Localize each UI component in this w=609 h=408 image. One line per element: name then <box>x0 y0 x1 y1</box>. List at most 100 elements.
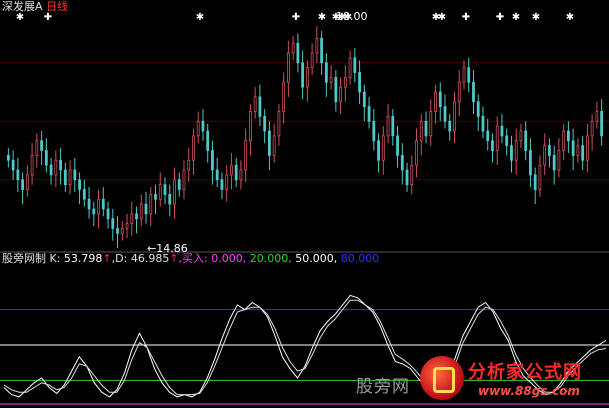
chart-canvas: ✱ ✚ ✱ ✚ ✱ ✱✱✱ ✱✱ ✚ ✚ ✱ ✱ ✱ <box>0 12 609 405</box>
buy-level-0: 0.000, <box>211 252 247 265</box>
candle-body <box>144 203 148 215</box>
candle-body <box>457 81 461 103</box>
site-logo[interactable]: 分析家公式网 www.88gs.com <box>420 352 609 408</box>
candle-body <box>590 120 594 137</box>
candle-body <box>419 120 423 142</box>
candle-body <box>405 169 409 186</box>
candle-body <box>116 228 119 234</box>
candle-body <box>557 150 561 171</box>
signal-star-icon: ✱ <box>438 12 446 23</box>
candle-body <box>291 42 295 54</box>
candle-body <box>125 223 129 229</box>
candle-body <box>448 120 452 132</box>
candle-body <box>296 42 300 64</box>
candle-body <box>486 130 490 142</box>
indicator-name: 股旁网制 <box>2 252 46 265</box>
candle-body <box>211 150 214 171</box>
candle-body <box>130 213 134 225</box>
candle-body <box>400 154 404 171</box>
candle-body <box>310 52 314 69</box>
candle-body <box>543 145 547 166</box>
candle-body <box>59 159 62 171</box>
candle-body <box>11 159 15 171</box>
candle-body <box>78 179 81 190</box>
candle-body <box>173 179 176 205</box>
candle-body <box>73 169 77 181</box>
signal-star-icon: ✱ <box>566 12 574 23</box>
high-value: 19.00 <box>336 10 368 23</box>
candle-body <box>386 115 390 137</box>
chart-header: 深发展A 日线 <box>2 0 68 14</box>
candle-body <box>263 115 267 132</box>
candle-body <box>538 164 542 190</box>
candle-body <box>571 140 575 156</box>
candle-body <box>44 150 48 166</box>
candle-body <box>135 213 138 220</box>
candle-body <box>158 184 162 200</box>
candle-body <box>82 189 86 200</box>
stock-title: 深发展A <box>2 0 43 13</box>
candle-body <box>353 57 357 73</box>
candle-body <box>472 81 475 103</box>
candle-body <box>6 154 10 161</box>
candle-body <box>21 179 25 190</box>
candle-body <box>505 135 509 147</box>
candle-body <box>286 52 290 83</box>
candle-body <box>358 72 361 93</box>
candle-body <box>562 130 566 151</box>
candle-body <box>230 164 233 176</box>
candle-body <box>343 76 347 88</box>
candle-body <box>481 115 485 132</box>
signal-star-icon: ✱ <box>196 12 204 23</box>
candle-body <box>581 145 585 161</box>
candle-body <box>192 135 195 161</box>
candle-body <box>585 135 589 161</box>
candle-body <box>139 203 143 220</box>
candle-body <box>529 150 532 176</box>
buy-level-20: 20.000, <box>249 252 292 265</box>
buy-level-80: 80.000 <box>340 252 380 265</box>
candle-body <box>282 81 286 112</box>
candle-body <box>201 120 205 132</box>
candle-body <box>552 154 556 171</box>
low-value: 14.86 <box>156 242 188 255</box>
candle-body <box>63 169 67 186</box>
candle-body <box>519 130 523 142</box>
candle-body <box>476 101 480 117</box>
candle-body <box>244 140 248 171</box>
candle-body <box>329 76 333 83</box>
candle-body <box>510 145 513 161</box>
candle-body <box>234 164 238 181</box>
candle-body <box>101 198 105 210</box>
candle-body <box>339 86 342 103</box>
candle-body <box>533 174 537 190</box>
candle-body <box>25 174 29 190</box>
candle-body <box>429 111 433 137</box>
price-chart-pane: ✱ ✚ ✱ ✚ ✱ ✱✱✱ ✱✱ ✚ ✚ ✱ ✱ ✱ <box>0 12 609 248</box>
candle-body <box>16 169 20 181</box>
candle-body <box>491 140 494 151</box>
logo-title: 分析家公式网 <box>468 362 582 383</box>
candle-body <box>54 159 58 176</box>
candle-body <box>377 140 380 161</box>
candle-body <box>315 37 319 54</box>
period-label: 日线 <box>46 0 69 13</box>
candle-body <box>500 125 504 137</box>
candle-body <box>220 179 224 190</box>
candle-body <box>106 208 110 220</box>
candle-body <box>239 169 243 181</box>
d-label: ,D: <box>111 252 128 265</box>
signal-plus-icon: ✚ <box>496 12 504 23</box>
indicator-header: 股旁网制 K: 53.798↑,D: 46.985↑,买入: 0.000, 20… <box>2 252 379 266</box>
candle-body <box>410 164 414 186</box>
candle-body <box>415 140 418 166</box>
candle-body <box>334 76 338 103</box>
candle-body <box>253 96 257 112</box>
price-low-label: ←14.86 <box>147 242 188 256</box>
candle-body <box>462 67 466 83</box>
signal-star-icon: ✱ <box>532 12 540 23</box>
candle-body <box>348 57 352 78</box>
candle-body <box>277 111 281 137</box>
candle-body <box>225 174 229 190</box>
candle-body <box>154 193 157 200</box>
